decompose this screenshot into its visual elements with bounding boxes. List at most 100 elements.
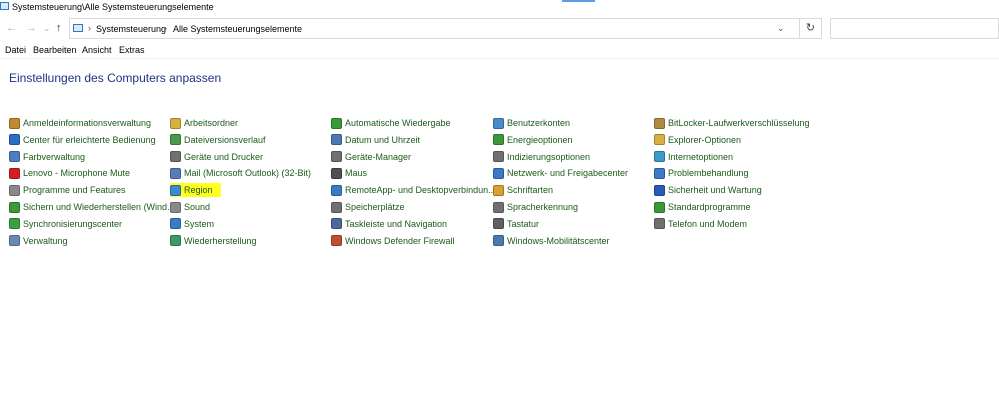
item-microphone-mute[interactable]: Lenovo - Microphone Mute [9,166,130,180]
color-management-icon [9,151,20,163]
item-label: Maus [345,168,368,179]
item-power-options[interactable]: Energieoptionen [493,133,573,147]
item-label: RemoteApp- und Desktopverbindun... [345,185,496,196]
item-color-management[interactable]: Farbverwaltung [9,150,85,164]
item-troubleshooting[interactable]: Problembehandlung [654,166,749,180]
item-label: Indizierungsoptionen [507,151,591,162]
item-label: Region [184,185,213,196]
history-chevron-icon[interactable]: ⌄ [43,23,51,34]
credential-manager-icon [9,117,20,129]
explorer-options-icon [654,134,665,146]
item-autoplay[interactable]: Automatische Wiedergabe [331,116,451,130]
address-bar[interactable]: › Systemsteuerung › Alle Systemsteuerung… [69,18,800,39]
system-icon [170,218,181,230]
programs-features-icon [9,184,20,196]
item-backup-restore[interactable]: Sichern und Wiederherstellen (Wind... [9,200,175,214]
fonts-icon [493,184,504,196]
remoteapp-icon [331,184,342,196]
item-work-folders[interactable]: Arbeitsordner [170,116,238,130]
item-label: Schriftarten [507,185,554,196]
item-device-manager[interactable]: Geräte-Manager [331,150,411,164]
item-indexing-options[interactable]: Indizierungsoptionen [493,150,590,164]
item-label: Taskleiste und Navigation [345,218,448,229]
item-label: Automatische Wiedergabe [345,118,451,128]
item-label: Standardprogramme [668,202,751,212]
item-phone-modem[interactable]: Telefon und Modem [654,217,747,231]
breadcrumb-separator-icon[interactable]: › [164,23,167,33]
item-bitlocker[interactable]: BitLocker-Laufwerkverschlüsselung [654,116,810,130]
ease-of-access-icon [9,134,20,146]
menu-bearbeiten[interactable]: Bearbeiten [33,45,77,55]
item-label: Telefon und Modem [668,218,748,229]
item-label: Sicherheit und Wartung [668,185,762,196]
breadcrumb-separator-icon[interactable]: › [88,23,91,33]
device-manager-icon [331,151,342,163]
item-explorer-options[interactable]: Explorer-Optionen [654,133,741,147]
sync-center-icon [9,218,20,230]
devices-printers-icon [170,151,181,163]
item-label: Tastatur [507,218,540,229]
item-internet-options[interactable]: Internetoptionen [654,150,733,164]
item-default-programs[interactable]: Standardprogramme [654,200,751,214]
item-firewall[interactable]: Windows Defender Firewall [331,234,455,248]
item-mail[interactable]: Mail (Microsoft Outlook) (32-Bit) [170,166,311,180]
item-ease-of-access[interactable]: Center für erleichterte Bedienung [9,133,156,147]
item-mobility-center[interactable]: Windows-Mobilitätscenter [493,234,610,248]
work-folders-icon [170,117,181,129]
item-network-center[interactable]: Netzwerk- und Freigabecenter [493,166,628,180]
item-label: Sichern und Wiederherstellen (Wind... [23,202,175,212]
item-keyboard[interactable]: Tastatur [493,217,539,231]
item-label: Datum und Uhrzeit [345,134,421,145]
item-user-accounts[interactable]: Benutzerkonten [493,116,570,130]
item-label: Internetoptionen [668,151,734,162]
item-region[interactable]: Region [170,183,221,198]
item-label: Energieoptionen [507,134,573,145]
control-panel-icon [73,24,83,32]
item-label: Benutzerkonten [507,118,571,128]
item-sync-center[interactable]: Synchronisierungscenter [9,217,122,231]
network-center-icon [493,167,504,179]
item-mouse[interactable]: Maus [331,166,367,180]
mobility-center-icon [493,235,504,247]
item-security-maintenance[interactable]: Sicherheit und Wartung [654,183,762,197]
item-devices-printers[interactable]: Geräte und Drucker [170,150,263,164]
microphone-mute-icon [9,167,20,179]
forward-arrow-icon[interactable]: → [26,23,37,34]
date-time-icon [331,134,342,146]
file-history-icon [170,134,181,146]
item-label: Arbeitsordner [184,118,239,128]
item-system[interactable]: System [170,217,214,231]
item-label: Netzwerk- und Freigabecenter [507,168,629,179]
menu-datei[interactable]: Datei [5,45,26,55]
breadcrumb-systemsteuerung[interactable]: Systemsteuerung [96,24,166,34]
item-label: Sound [184,202,211,212]
item-date-time[interactable]: Datum und Uhrzeit [331,133,420,147]
item-administrative-tools[interactable]: Verwaltung [9,234,68,248]
address-dropdown-icon[interactable]: ⌄ [777,23,785,34]
recovery-icon [170,235,181,247]
item-storage-spaces[interactable]: Speicherplätze [331,200,405,214]
refresh-icon[interactable]: ↻ [800,18,822,39]
item-label: Verwaltung [23,235,68,246]
search-input[interactable] [830,18,999,39]
item-label: Programme und Features [23,185,126,196]
back-arrow-icon[interactable]: ← [6,23,17,34]
title-accent [562,0,595,2]
item-credential-manager[interactable]: Anmeldeinformationsverwaltung [9,116,151,130]
menu-extras[interactable]: Extras [119,45,145,55]
item-label: Synchronisierungscenter [23,218,123,229]
item-sound[interactable]: Sound [170,200,210,214]
breadcrumb-alle-elemente[interactable]: Alle Systemsteuerungselemente [173,24,302,34]
menu-bar: Datei Bearbeiten Ansicht Extras [0,43,999,59]
menu-ansicht[interactable]: Ansicht [82,45,112,55]
item-programs-features[interactable]: Programme und Features [9,183,126,197]
item-remoteapp[interactable]: RemoteApp- und Desktopverbindun... [331,183,496,197]
item-label: Geräte-Manager [345,151,412,162]
up-arrow-icon[interactable]: ↑ [56,23,62,34]
navigation-row: ← → ⌄ ↑ › Systemsteuerung › Alle Systems… [0,17,999,41]
item-speech-recognition[interactable]: Spracherkennung [493,200,578,214]
item-fonts[interactable]: Schriftarten [493,183,553,197]
item-file-history[interactable]: Dateiversionsverlauf [170,133,266,147]
item-recovery[interactable]: Wiederherstellung [170,234,257,248]
item-taskbar[interactable]: Taskleiste und Navigation [331,217,447,231]
